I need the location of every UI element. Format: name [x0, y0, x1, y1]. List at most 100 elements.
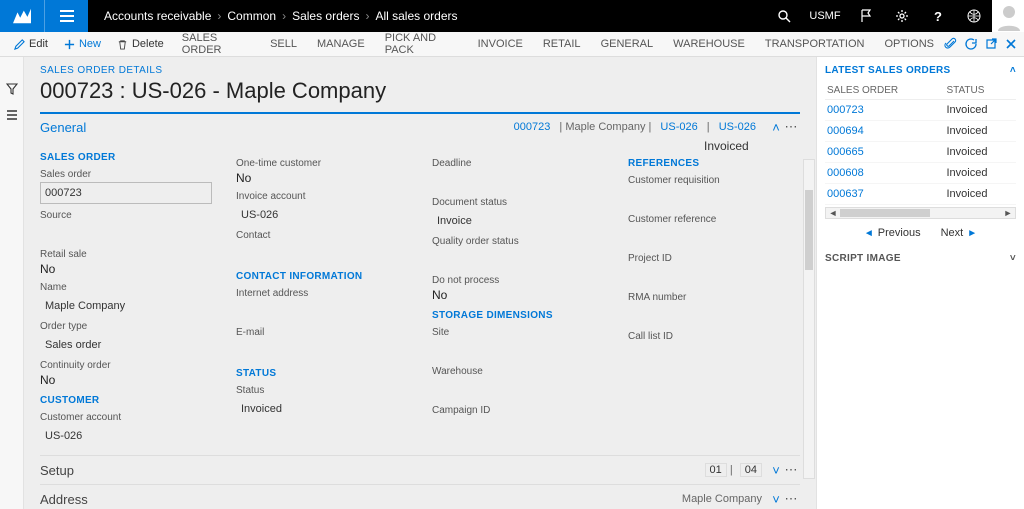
chevron-up-icon: ˄ [1010, 65, 1016, 76]
breadcrumb-item[interactable]: Sales orders [292, 9, 359, 23]
delete-label: Delete [132, 38, 164, 50]
vertical-scrollbar[interactable] [803, 159, 815, 479]
edit-label: Edit [29, 38, 48, 50]
internet-address-field[interactable] [236, 301, 408, 321]
company-picker[interactable]: USMF [802, 0, 848, 32]
summary-link[interactable]: US-026 [654, 121, 703, 133]
refresh-icon[interactable] [964, 37, 978, 51]
customer-requisition-field[interactable] [628, 188, 800, 208]
edit-button[interactable]: Edit [6, 32, 56, 56]
tab-transportation[interactable]: TRANSPORTATION [755, 38, 875, 50]
flag-icon[interactable] [848, 0, 884, 32]
section-references: REFERENCES [628, 158, 800, 169]
gear-icon[interactable] [884, 0, 920, 32]
globe-icon[interactable] [956, 0, 992, 32]
document-status-field[interactable]: Invoice [432, 210, 604, 230]
action-pane: Edit New Delete SALES ORDER SELL MANAGE … [0, 32, 1024, 57]
chevron-down-icon: ˅ [770, 492, 782, 507]
new-button[interactable]: New [56, 32, 109, 56]
delete-button[interactable]: Delete [109, 32, 172, 56]
titlebar: Accounts receivable› Common› Sales order… [0, 0, 1024, 32]
summary-link[interactable]: 000723 [508, 121, 557, 133]
filter-icon[interactable] [6, 83, 18, 95]
next-button[interactable]: Next► [941, 227, 978, 239]
nav-menu-button[interactable] [44, 0, 88, 32]
rma-number-field[interactable] [628, 305, 800, 325]
tab-general[interactable]: GENERAL [591, 38, 664, 50]
tab-pick-and-pack[interactable]: PICK AND PACK [375, 32, 468, 56]
sales-order-field[interactable]: 000723 [40, 182, 212, 204]
status-field[interactable]: Invoiced [236, 398, 408, 418]
tab-sales-order[interactable]: SALES ORDER [172, 32, 260, 56]
popout-icon[interactable] [984, 37, 998, 51]
previous-button[interactable]: ◄Previous [864, 227, 921, 239]
section-sales-order: SALES ORDER [40, 152, 212, 163]
fasttab-title: General [40, 120, 86, 135]
factbox-latest-sales-orders-header[interactable]: LATEST SALES ORDERS ˄ [825, 65, 1016, 76]
fasttab-setup-header[interactable]: Setup 01 | 04 ˅⋯ [40, 456, 800, 484]
table-row[interactable]: 000637Invoiced [825, 184, 1016, 205]
app-logo[interactable] [0, 0, 44, 32]
one-time-customer-value: No [236, 171, 408, 185]
list-icon[interactable] [6, 109, 18, 121]
tab-manage[interactable]: MANAGE [307, 38, 375, 50]
page-caption: SALES ORDER DETAILS [24, 57, 816, 76]
tab-invoice[interactable]: INVOICE [468, 38, 533, 50]
breadcrumb-item[interactable]: Common [227, 9, 276, 23]
do-not-process-value: No [432, 288, 604, 302]
order-type-field[interactable]: Sales order [40, 334, 212, 354]
chevron-down-icon: ˅ [770, 463, 782, 478]
breadcrumb-item[interactable]: Accounts receivable [104, 9, 211, 23]
call-list-id-field[interactable] [628, 344, 800, 364]
breadcrumb-item[interactable]: All sales orders [375, 9, 457, 23]
customer-account-field[interactable]: US-026 [40, 425, 212, 445]
tab-retail[interactable]: RETAIL [533, 38, 591, 50]
user-avatar[interactable] [992, 0, 1024, 32]
search-icon[interactable] [766, 0, 802, 32]
table-row[interactable]: 000665Invoiced [825, 142, 1016, 163]
warehouse-field[interactable] [432, 379, 604, 399]
section-storage: STORAGE DIMENSIONS [432, 310, 604, 321]
table-row[interactable]: 000608Invoiced [825, 163, 1016, 184]
latest-sales-orders-table: SALES ORDER STATUS 000723Invoiced 000694… [825, 82, 1016, 205]
table-row[interactable]: 000723Invoiced [825, 100, 1016, 121]
more-icon[interactable]: ⋯ [782, 462, 800, 478]
tab-options[interactable]: OPTIONS [874, 38, 944, 50]
tab-sell[interactable]: SELL [260, 38, 307, 50]
fasttab-general-body: SALES ORDER Sales order 000723 Source Re… [40, 140, 800, 455]
fasttab-address-header[interactable]: Address Maple Company ˅⋯ [40, 485, 800, 509]
attach-icon[interactable] [944, 37, 958, 51]
table-header[interactable]: SALES ORDER [825, 82, 944, 100]
close-icon[interactable] [1004, 37, 1018, 51]
help-icon[interactable]: ? [920, 0, 956, 32]
name-field[interactable]: Maple Company [40, 295, 212, 315]
left-rail [0, 57, 24, 509]
action-tabs: SALES ORDER SELL MANAGE PICK AND PACK IN… [172, 32, 944, 56]
customer-reference-field[interactable] [628, 227, 800, 247]
section-status: STATUS [236, 368, 408, 379]
fasttab-general-header[interactable]: General 000723 | Maple Company | US-026 … [40, 112, 800, 140]
contact-field[interactable] [236, 243, 408, 263]
scroll-left-icon[interactable]: ◄ [826, 208, 840, 218]
site-field[interactable] [432, 340, 604, 360]
section-contact-info: CONTACT INFORMATION [236, 271, 408, 282]
scroll-right-icon[interactable]: ► [1001, 208, 1015, 218]
horizontal-scrollbar[interactable]: ◄ ► [825, 207, 1016, 219]
more-icon[interactable]: ⋯ [782, 119, 800, 135]
tab-warehouse[interactable]: WAREHOUSE [663, 38, 755, 50]
section-customer: CUSTOMER [40, 395, 212, 406]
email-field[interactable] [236, 340, 408, 360]
factbox-script-image-header[interactable]: SCRIPT IMAGE ˅ [825, 253, 1016, 264]
source-field[interactable] [40, 223, 212, 243]
campaign-id-field[interactable] [432, 418, 604, 438]
more-icon[interactable]: ⋯ [782, 491, 800, 507]
chevron-up-icon: ˄ [770, 120, 782, 135]
project-id-field[interactable] [628, 266, 800, 286]
deadline-field[interactable] [432, 171, 604, 191]
table-header[interactable]: STATUS [944, 82, 1016, 100]
invoice-account-field[interactable]: US-026 [236, 204, 408, 224]
summary-link[interactable]: US-026 [713, 121, 762, 133]
table-row[interactable]: 000694Invoiced [825, 121, 1016, 142]
quality-order-status-field[interactable] [432, 249, 604, 269]
breadcrumb: Accounts receivable› Common› Sales order… [88, 9, 473, 23]
